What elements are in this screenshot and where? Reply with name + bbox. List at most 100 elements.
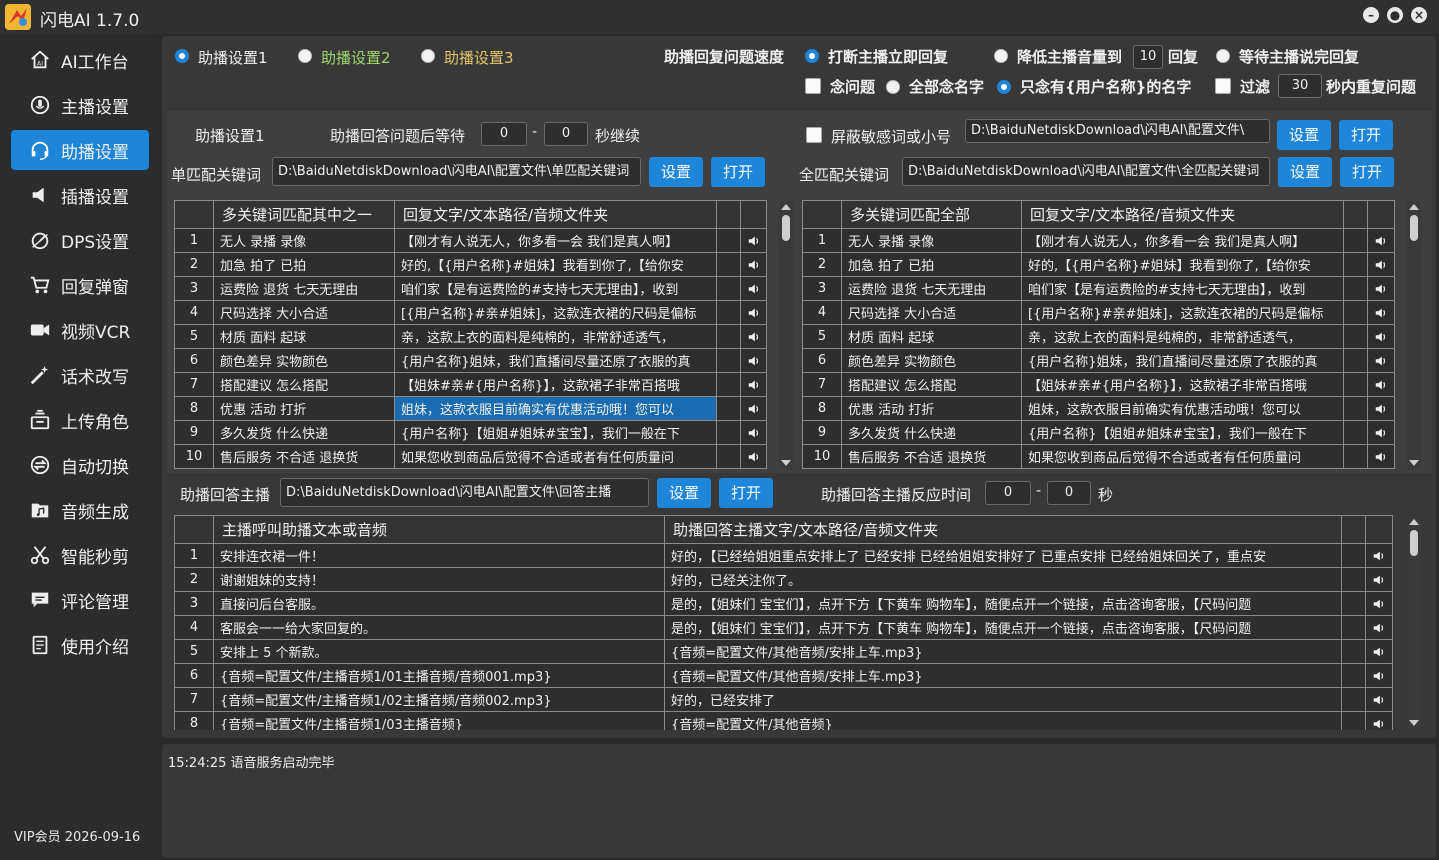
table-row[interactable]: 2 加急 拍了 已拍 好的,【{用户名称}#姐妹】我看到你了,【给你安 xyxy=(174,252,767,277)
extra-cell[interactable] xyxy=(716,324,741,349)
call-cell[interactable]: {音频=配置文件/主播音频1/03主播音频} xyxy=(213,711,665,730)
maximize-button[interactable]: ● xyxy=(1387,7,1403,23)
reply-cell[interactable]: 好的，已经安排了 xyxy=(664,687,1342,712)
play-audio-button[interactable] xyxy=(740,300,767,325)
reply-cell[interactable]: 好的,【{用户名称}#姐妹】我看到你了,【给你安 xyxy=(394,252,717,277)
extra-cell[interactable] xyxy=(1341,591,1366,616)
extra-cell[interactable] xyxy=(716,300,741,325)
play-audio-button[interactable] xyxy=(1367,300,1395,325)
play-audio-button[interactable] xyxy=(1367,228,1395,253)
interrupt-radio[interactable] xyxy=(805,49,819,63)
keywords-cell[interactable]: 材质 面料 起球 xyxy=(841,324,1022,349)
block-words-path-input[interactable]: D:\BaiduNetdiskDownload\闪电AI\配置文件\ xyxy=(965,119,1270,143)
extra-cell[interactable] xyxy=(716,420,741,445)
block-words-checkbox[interactable] xyxy=(806,127,822,143)
extra-cell[interactable] xyxy=(1343,300,1368,325)
single-keyword-open-button[interactable]: 打开 xyxy=(711,157,765,187)
extra-cell[interactable] xyxy=(1343,252,1368,277)
extra-cell[interactable] xyxy=(716,252,741,277)
read-question-checkbox[interactable] xyxy=(805,78,821,94)
table-row[interactable]: 1 无人 录播 录像 【刚才有人说无人，你多看一会 我们是真人啊】 xyxy=(174,228,767,253)
keywords-cell[interactable]: 加急 拍了 已拍 xyxy=(841,252,1022,277)
reply-cell[interactable]: 咱们家【是有运费险的#支持七天无理由】，收到 xyxy=(1021,276,1344,301)
wait-max-input[interactable]: 0 xyxy=(544,122,588,146)
play-audio-button[interactable] xyxy=(1367,372,1395,397)
play-audio-button[interactable] xyxy=(740,420,767,445)
table-row[interactable]: 3 直接问后台客服。 是的，【姐妹们 宝宝们】，点开下方【下黄车 购物车】，随便点开… xyxy=(174,591,1393,616)
reply-cell[interactable]: 姐妹，这款衣服目前确实有优惠活动哦！您可以 xyxy=(394,396,717,421)
play-audio-button[interactable] xyxy=(1365,567,1393,592)
reply-cell[interactable]: 好的,【{用户名称}#姐妹】我看到你了,【给你安 xyxy=(1021,252,1344,277)
table-row[interactable]: 7 搭配建议 怎么搭配 【姐妹#亲#{用户名称}】，这款裙子非常百搭哦 xyxy=(802,372,1395,397)
extra-cell[interactable] xyxy=(1343,444,1368,469)
play-audio-button[interactable] xyxy=(1365,663,1393,688)
keywords-cell[interactable]: 搭配建议 怎么搭配 xyxy=(213,372,395,397)
table-row[interactable]: 9 多久发货 什么快递 {用户名称}【姐姐#姐妹#宝宝】，我们一般在下 xyxy=(174,420,767,445)
sidebar-item-reply-popup[interactable]: 回复弹窗 xyxy=(11,265,149,305)
call-cell[interactable]: 安排连衣裙一件！ xyxy=(213,543,665,568)
table-row[interactable]: 1 安排连衣裙一件！ 好的，【已经给姐姐重点安排上了 已经安排 已经给姐姐安排好了 … xyxy=(174,543,1393,568)
keywords-cell[interactable]: 优惠 活动 打折 xyxy=(841,396,1022,421)
table-row[interactable]: 4 尺码选择 大小合适 [{用户名称}#亲#姐妹]，这款连衣裙的尺码是偏标 xyxy=(174,300,767,325)
keywords-cell[interactable]: 售后服务 不合适 退换货 xyxy=(841,444,1022,469)
sidebar-item-video-vcr[interactable]: 视频VCR xyxy=(11,310,149,350)
table-row[interactable]: 6 颜色差异 实物颜色 {用户名称}姐妹，我们直播间尽量还原了衣服的真 xyxy=(174,348,767,373)
keywords-cell[interactable]: 颜色差异 实物颜色 xyxy=(841,348,1022,373)
extra-cell[interactable] xyxy=(716,276,741,301)
tab-assistant-3[interactable]: 助播设置3 xyxy=(444,47,514,68)
extra-cell[interactable] xyxy=(716,228,741,253)
keywords-cell[interactable]: 加急 拍了 已拍 xyxy=(213,252,395,277)
extra-cell[interactable] xyxy=(1343,420,1368,445)
reply-cell[interactable]: 亲，这款上衣的面料是纯棉的，非常舒适透气， xyxy=(1021,324,1344,349)
table-row[interactable]: 8 优惠 活动 打折 姐妹，这款衣服目前确实有优惠活动哦！您可以 xyxy=(174,396,767,421)
tab-assistant-2-radio[interactable] xyxy=(298,49,312,63)
extra-cell[interactable] xyxy=(1343,228,1368,253)
reply-cell[interactable]: {用户名称}【姐姐#姐妹#宝宝】，我们一般在下 xyxy=(394,420,717,445)
react-min-input[interactable]: 0 xyxy=(985,481,1031,505)
play-audio-button[interactable] xyxy=(1367,252,1395,277)
table-row[interactable]: 2 谢谢姐妹的支持！ 好的，已经关注你了。 xyxy=(174,567,1393,592)
extra-cell[interactable] xyxy=(1341,711,1366,730)
reply-cell[interactable]: 【刚才有人说无人，你多看一会 我们是真人啊】 xyxy=(1021,228,1344,253)
full-keyword-path-input[interactable]: D:\BaiduNetdiskDownload\闪电AI\配置文件\全匹配关键词 xyxy=(902,157,1270,186)
play-audio-button[interactable] xyxy=(740,444,767,469)
read-all-names-radio[interactable] xyxy=(886,80,900,94)
right-table-scrollbar[interactable] xyxy=(1407,201,1421,469)
table-row[interactable]: 9 多久发货 什么快递 {用户名称}【姐姐#姐妹#宝宝】，我们一般在下 xyxy=(802,420,1395,445)
reply-cell[interactable]: {音频=配置文件/其他音频/安排上车.mp3} xyxy=(664,663,1342,688)
reply-cell[interactable]: 姐妹，这款衣服目前确实有优惠活动哦！您可以 xyxy=(1021,396,1344,421)
reply-cell[interactable]: 咱们家【是有运费险的#支持七天无理由】，收到 xyxy=(394,276,717,301)
table-row[interactable]: 8 {音频=配置文件/主播音频1/03主播音频} {音频=配置文件/其他音频} xyxy=(174,711,1393,730)
keywords-cell[interactable]: 无人 录播 录像 xyxy=(213,228,395,253)
reply-cell[interactable]: [{用户名称}#亲#姐妹]，这款连衣裙的尺码是偏标 xyxy=(394,300,717,325)
play-audio-button[interactable] xyxy=(1367,396,1395,421)
sidebar-item-script-rewrite[interactable]: 话术改写 xyxy=(11,355,149,395)
keywords-cell[interactable]: 搭配建议 怎么搭配 xyxy=(841,372,1022,397)
filter-seconds-input[interactable]: 30 xyxy=(1278,74,1322,98)
reply-cell[interactable]: 好的，已经关注你了。 xyxy=(664,567,1342,592)
filter-checkbox[interactable] xyxy=(1215,78,1231,94)
answer-anchor-path-input[interactable]: D:\BaiduNetdiskDownload\闪电AI\配置文件\回答主播 xyxy=(280,478,649,507)
keywords-cell[interactable]: 材质 面料 起球 xyxy=(213,324,395,349)
play-audio-button[interactable] xyxy=(1367,324,1395,349)
table-row[interactable]: 10 售后服务 不合适 退换货 如果您收到商品后觉得不合适或者有任何质量问 xyxy=(174,444,767,469)
keywords-cell[interactable]: 尺码选择 大小合适 xyxy=(841,300,1022,325)
play-audio-button[interactable] xyxy=(1365,591,1393,616)
table-row[interactable]: 10 售后服务 不合适 退换货 如果您收到商品后觉得不合适或者有任何质量问 xyxy=(802,444,1395,469)
single-keyword-path-input[interactable]: D:\BaiduNetdiskDownload\闪电AI\配置文件\单匹配关键词 xyxy=(272,157,641,186)
keywords-cell[interactable]: 尺码选择 大小合适 xyxy=(213,300,395,325)
call-cell[interactable]: 谢谢姐妹的支持！ xyxy=(213,567,665,592)
extra-cell[interactable] xyxy=(716,372,741,397)
wait-min-input[interactable]: 0 xyxy=(481,122,527,146)
keywords-cell[interactable]: 优惠 活动 打折 xyxy=(213,396,395,421)
table-row[interactable]: 4 尺码选择 大小合适 [{用户名称}#亲#姐妹]，这款连衣裙的尺码是偏标 xyxy=(802,300,1395,325)
play-audio-button[interactable] xyxy=(1367,348,1395,373)
minimize-button[interactable]: – xyxy=(1363,7,1379,23)
reply-cell[interactable]: 如果您收到商品后觉得不合适或者有任何质量问 xyxy=(394,444,717,469)
keywords-cell[interactable]: 无人 录播 录像 xyxy=(841,228,1022,253)
tab-assistant-2[interactable]: 助播设置2 xyxy=(321,47,391,68)
block-words-open-button[interactable]: 打开 xyxy=(1339,120,1393,150)
close-button[interactable]: × xyxy=(1411,7,1427,23)
play-audio-button[interactable] xyxy=(740,228,767,253)
keywords-cell[interactable]: 多久发货 什么快递 xyxy=(841,420,1022,445)
